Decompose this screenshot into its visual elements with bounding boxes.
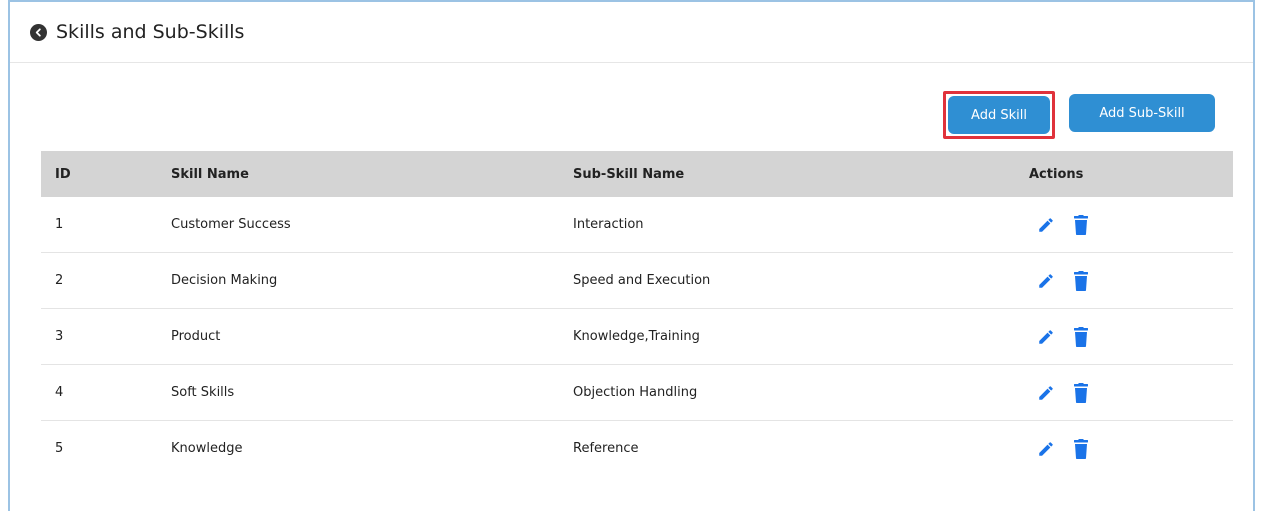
edit-pencil-icon[interactable] xyxy=(1037,328,1055,346)
edit-pencil-icon[interactable] xyxy=(1037,384,1055,402)
skills-table: ID Skill Name Sub-Skill Name Actions 1 C… xyxy=(41,151,1233,476)
back-icon[interactable] xyxy=(30,23,47,41)
cell-id: 2 xyxy=(41,252,171,309)
column-header-sub-skill-name: Sub-Skill Name xyxy=(573,166,685,182)
skills-page: Skills and Sub-Skills Add Skill Add Sub-… xyxy=(8,0,1255,511)
table-row: 2 Decision Making Speed and Execution xyxy=(41,252,1233,309)
edit-pencil-icon[interactable] xyxy=(1037,440,1055,458)
cell-sub-skill-name: Interaction xyxy=(573,197,1029,253)
cell-actions xyxy=(1029,364,1233,421)
cell-skill-name: Soft Skills xyxy=(171,364,573,421)
table-header-row: ID Skill Name Sub-Skill Name Actions xyxy=(41,151,1233,197)
table-row: 4 Soft Skills Objection Handling xyxy=(41,364,1233,421)
cell-id: 1 xyxy=(41,197,171,253)
table-header: ID Skill Name Sub-Skill Name Actions xyxy=(41,151,1233,197)
cell-actions xyxy=(1029,252,1233,309)
cell-sub-skill-name: Reference xyxy=(573,441,639,456)
page-title: Skills and Sub-Skills xyxy=(56,21,245,43)
cell-sub-skill-name: Objection Handling xyxy=(573,364,1029,421)
page-header: Skills and Sub-Skills xyxy=(10,2,1253,63)
column-header-skill-name: Skill Name xyxy=(171,166,249,182)
cell-id: 4 xyxy=(41,364,171,421)
edit-pencil-icon[interactable] xyxy=(1037,272,1055,290)
toolbar: Add Skill Add Sub-Skill xyxy=(943,91,1215,139)
table-row: 1 Customer Success Interaction xyxy=(41,197,1233,253)
delete-trash-icon[interactable] xyxy=(1073,326,1089,347)
row-actions xyxy=(1029,382,1233,403)
chevron-left-icon xyxy=(35,27,41,37)
column-header-actions: Actions xyxy=(1029,166,1084,182)
add-sub-skill-button[interactable]: Add Sub-Skill xyxy=(1069,94,1215,132)
table-row: 5 Knowledge Reference xyxy=(41,421,1233,477)
add-skill-highlight: Add Skill xyxy=(943,91,1055,139)
table-row: 3 Product Knowledge,Training xyxy=(41,308,1233,365)
delete-trash-icon[interactable] xyxy=(1073,382,1089,403)
cell-actions xyxy=(1029,308,1233,365)
delete-trash-icon[interactable] xyxy=(1073,438,1089,459)
cell-actions xyxy=(1029,197,1233,253)
cell-sub-skill-name: Knowledge,Training xyxy=(573,308,1029,365)
cell-sub-skill-name: Speed and Execution xyxy=(573,252,1029,309)
add-skill-button[interactable]: Add Skill xyxy=(948,96,1050,134)
row-actions xyxy=(1029,214,1233,235)
column-header-id: ID xyxy=(55,166,71,182)
cell-skill-name: Decision Making xyxy=(171,252,573,309)
cell-skill-name: Product xyxy=(171,308,573,365)
cell-id: 3 xyxy=(41,308,171,365)
row-actions xyxy=(1029,270,1233,291)
delete-trash-icon[interactable] xyxy=(1073,214,1089,235)
row-actions xyxy=(1029,438,1233,459)
cell-skill-name: Customer Success xyxy=(171,197,573,253)
edit-pencil-icon[interactable] xyxy=(1037,216,1055,234)
cell-skill-name: Knowledge xyxy=(171,441,243,456)
delete-trash-icon[interactable] xyxy=(1073,270,1089,291)
cell-actions xyxy=(1029,421,1233,477)
row-actions xyxy=(1029,326,1233,347)
cell-id: 5 xyxy=(55,441,64,456)
table-body: 1 Customer Success Interaction 2 Decisio… xyxy=(41,197,1233,476)
